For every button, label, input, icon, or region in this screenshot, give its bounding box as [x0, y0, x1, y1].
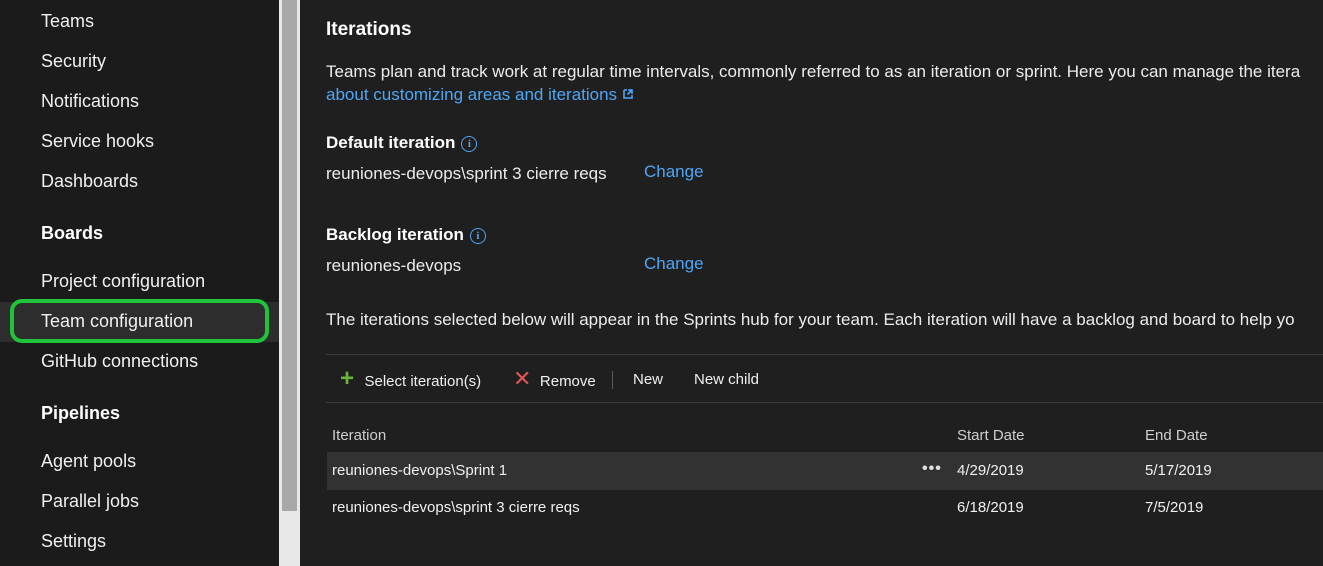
default-iteration-label: Default iteration — [326, 133, 456, 152]
main-content: Iterations Teams plan and track work at … — [300, 0, 1323, 566]
remove-x-icon: ✕ — [513, 366, 532, 391]
learn-more-link[interactable]: about customizing areas and iterations — [326, 85, 617, 104]
new-button[interactable]: New — [633, 371, 663, 388]
info-icon[interactable]: i — [461, 136, 478, 152]
backlog-iteration-change-link[interactable]: Change — [644, 254, 704, 274]
sidebar-section-pipelines: Pipelines — [41, 403, 121, 423]
learn-more-row: about customizing areas and iterations — [326, 85, 634, 105]
sidebar-item-notifications[interactable]: Notifications — [41, 91, 139, 112]
column-header-start-date[interactable]: Start Date — [957, 427, 1025, 444]
default-iteration-heading: Default iteration i — [326, 133, 478, 153]
select-iterations-button[interactable]: + Select iteration(s) — [340, 367, 482, 391]
sidebar-item-teams[interactable]: Teams — [41, 11, 94, 32]
more-actions-icon[interactable]: ••• — [922, 460, 942, 478]
page-description: Teams plan and track work at regular tim… — [326, 62, 1301, 81]
remove-label: Remove — [539, 373, 596, 390]
toolbar-top-divider — [326, 354, 1323, 355]
iterations-note: The iterations selected below will appea… — [326, 310, 1295, 329]
default-iteration-value: reuniones-devops\sprint 3 cierre reqs — [326, 164, 607, 183]
sidebar-item-service-hooks[interactable]: Service hooks — [41, 131, 154, 152]
toolbar-separator — [612, 371, 613, 389]
sidebar-scrollbar-thumb[interactable] — [282, 0, 297, 511]
sidebar-item-security[interactable]: Security — [41, 51, 106, 72]
row-1-iteration[interactable]: reuniones-devops\Sprint 1 — [332, 462, 507, 479]
highlight-annotation — [10, 299, 269, 343]
sidebar-item-parallel-jobs[interactable]: Parallel jobs — [41, 491, 139, 512]
sidebar-item-github-connections[interactable]: GitHub connections — [41, 351, 198, 372]
page-title: Iterations — [326, 19, 412, 40]
row-1-end-date: 5/17/2019 — [1145, 462, 1212, 479]
toolbar-bottom-divider — [326, 402, 1323, 403]
new-child-button[interactable]: New child — [694, 371, 759, 388]
add-icon: + — [340, 365, 355, 392]
row-2-end-date: 7/5/2019 — [1145, 499, 1204, 516]
backlog-iteration-heading: Backlog iteration i — [326, 225, 486, 245]
column-header-end-date[interactable]: End Date — [1145, 427, 1208, 444]
sidebar-section-boards: Boards — [41, 223, 104, 243]
select-iterations-label: Select iteration(s) — [364, 373, 482, 390]
sidebar-item-agent-pools[interactable]: Agent pools — [41, 451, 136, 472]
backlog-iteration-value: reuniones-devops — [326, 256, 462, 275]
info-icon[interactable]: i — [469, 228, 486, 244]
row-2-start-date: 6/18/2019 — [957, 499, 1024, 516]
row-2-iteration[interactable]: reuniones-devops\sprint 3 cierre reqs — [332, 499, 580, 516]
sidebar-item-settings[interactable]: Settings — [41, 531, 106, 552]
app-root: Teams Security Notifications Service hoo… — [0, 0, 1323, 566]
external-link-icon — [622, 89, 633, 99]
remove-button[interactable]: ✕ Remove — [513, 366, 596, 391]
settings-sidebar: Teams Security Notifications Service hoo… — [0, 0, 279, 566]
sidebar-item-dashboards[interactable]: Dashboards — [41, 171, 138, 192]
column-header-iteration[interactable]: Iteration — [332, 427, 386, 444]
default-iteration-change-link[interactable]: Change — [644, 162, 704, 182]
row-1-start-date: 4/29/2019 — [957, 462, 1024, 479]
backlog-iteration-label: Backlog iteration — [326, 225, 464, 244]
sidebar-item-project-configuration[interactable]: Project configuration — [41, 271, 205, 292]
